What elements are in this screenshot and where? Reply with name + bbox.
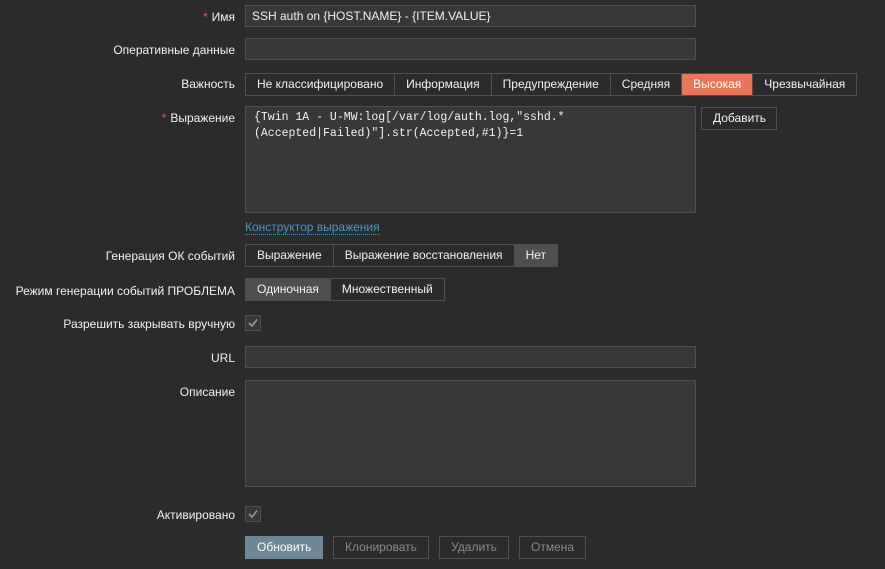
- expression-field[interactable]: [245, 106, 696, 213]
- problem-mode-multiple[interactable]: Множественный: [329, 279, 444, 300]
- severity-selector: Не классифицировано Информация Предупреж…: [245, 73, 858, 96]
- add-expression-button[interactable]: Добавить: [701, 107, 777, 130]
- severity-not-classified[interactable]: Не классифицировано: [246, 74, 394, 95]
- delete-button[interactable]: Удалить: [439, 536, 509, 559]
- required-asterisk: *: [202, 10, 208, 24]
- description-field[interactable]: [245, 380, 696, 487]
- ok-event-expression[interactable]: Выражение: [246, 245, 333, 266]
- ok-event-none[interactable]: Нет: [513, 245, 557, 266]
- opdata-field[interactable]: [245, 38, 696, 60]
- severity-warning[interactable]: Предупреждение: [490, 74, 610, 95]
- ok-event-selector: Выражение Выражение восстановления Нет: [245, 244, 558, 267]
- ok-event-recovery-expression[interactable]: Выражение восстановления: [332, 245, 514, 266]
- url-label: URL: [210, 351, 235, 365]
- description-label: Описание: [179, 385, 235, 399]
- problem-mode-single[interactable]: Одиночная: [246, 279, 330, 300]
- problem-mode-label: Режим генерации событий ПРОБЛЕМА: [15, 284, 235, 298]
- update-button[interactable]: Обновить: [245, 536, 323, 559]
- required-asterisk: *: [161, 111, 167, 125]
- ok-event-label: Генерация ОК событий: [105, 249, 235, 263]
- manual-close-label: Разрешить закрывать вручную: [63, 317, 235, 331]
- expression-label: * Выражение: [161, 111, 235, 125]
- enabled-label: Активировано: [156, 508, 235, 522]
- checkmark-icon: [248, 510, 258, 519]
- expression-constructor-link[interactable]: Конструктор выражения: [245, 220, 380, 235]
- severity-label: Важность: [181, 77, 235, 91]
- problem-mode-selector: Одиночная Множественный: [245, 278, 445, 301]
- severity-high[interactable]: Высокая: [681, 74, 753, 95]
- name-field[interactable]: [245, 5, 696, 27]
- checkmark-icon: [248, 319, 258, 328]
- name-label: * Имя: [202, 10, 235, 24]
- enabled-checkbox[interactable]: [245, 506, 261, 522]
- severity-disaster[interactable]: Чрезвычайная: [752, 74, 856, 95]
- severity-average[interactable]: Средняя: [609, 74, 681, 95]
- opdata-label: Оперативные данные: [113, 43, 235, 57]
- severity-information[interactable]: Информация: [394, 74, 490, 95]
- cancel-button[interactable]: Отмена: [519, 536, 586, 559]
- url-field[interactable]: [245, 346, 696, 368]
- manual-close-checkbox[interactable]: [245, 315, 261, 331]
- clone-button[interactable]: Клонировать: [333, 536, 429, 559]
